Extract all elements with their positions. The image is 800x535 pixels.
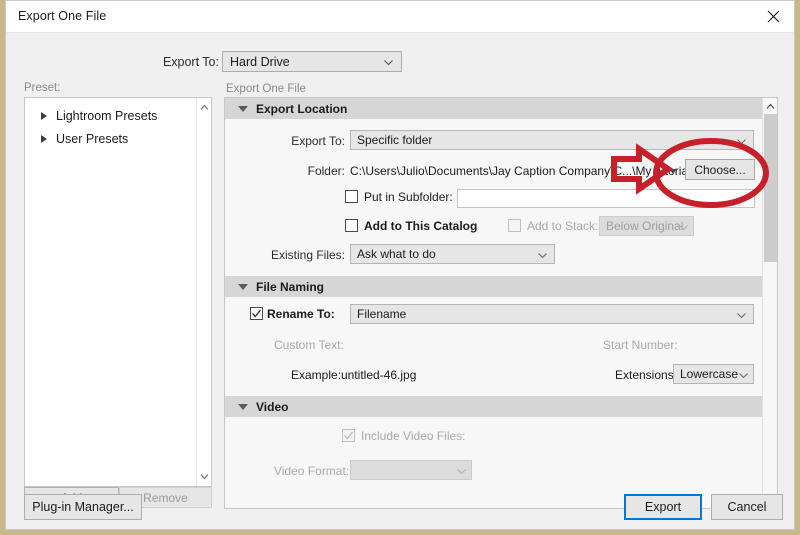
preset-item-user[interactable]: User Presets [25,129,211,149]
rename-to-checkbox[interactable] [250,307,263,320]
preset-item-lightroom[interactable]: Lightroom Presets [25,106,211,126]
dialog-body: Export To: Hard Drive Preset: Export One… [6,33,794,529]
cancel-button[interactable]: Cancel [711,494,783,520]
example-label: Example: [291,368,342,382]
section-export-location[interactable]: Export Location [225,98,763,119]
include-video-checkbox [342,429,355,442]
preset-item-label: Lightroom Presets [56,109,158,123]
existing-files-label: Existing Files: [270,248,345,262]
extensions-dropdown[interactable]: Lowercase [673,364,754,384]
folder-label: Folder: [307,164,345,178]
section-title: File Naming [256,279,325,294]
preset-scrollbar[interactable] [196,98,211,486]
chevron-down-icon [736,136,746,146]
add-to-stack-checkbox [508,219,521,232]
export-button[interactable]: Export [624,494,702,520]
existing-files-dropdown[interactable]: Ask what to do [350,244,555,264]
preset-item-label: User Presets [56,132,129,146]
export-settings-panel: Export Location Export To: Specific fold… [224,97,778,509]
chevron-down-icon [383,57,393,67]
chevron-down-icon [738,370,748,380]
rename-to-value: Filename [357,307,407,321]
add-to-catalog-checkbox[interactable] [345,219,358,232]
scroll-up-icon[interactable] [763,99,777,114]
export-to-label: Export To: [162,55,219,69]
chevron-down-icon [736,310,746,320]
settings-scroll-content: Export Location Export To: Specific fold… [225,98,763,508]
triangle-down-icon [238,105,248,112]
window-title: Export One File [18,9,107,23]
example-value: untitled-46.jpg [341,368,417,382]
chevron-down-icon [678,222,688,232]
close-icon[interactable] [750,1,794,32]
add-to-stack-dropdown: Below Original [599,216,694,236]
export-to-value: Hard Drive [230,55,290,69]
chevron-down-icon [456,466,466,476]
extensions-value: Lowercase [680,367,739,381]
triangle-down-icon [238,403,248,410]
title-bar: Export One File [6,1,794,33]
loc-export-to-dropdown[interactable]: Specific folder [350,130,754,150]
triangle-right-icon [41,135,47,143]
custom-text-label: Custom Text: [274,338,344,352]
choose-folder-button[interactable]: Choose... [685,159,755,180]
section-title: Video [256,399,289,414]
add-to-stack-label: Add to Stack: [527,219,599,233]
put-in-subfolder-input[interactable] [457,189,755,208]
triangle-down-icon [238,283,248,290]
start-number-label: Start Number: [603,338,678,352]
loc-export-to-label: Export To: [291,134,345,148]
add-to-stack-value: Below Original [606,219,684,233]
triangle-right-icon [41,112,47,120]
video-format-label: Video Format: [274,464,350,478]
export-dialog-window: Export One File Export To: Hard Drive Pr… [5,0,795,530]
put-in-subfolder-label: Put in Subfolder: [364,190,453,204]
preset-label: Preset: [24,82,61,94]
existing-files-value: Ask what to do [357,247,436,261]
scroll-up-icon[interactable] [197,100,212,115]
video-format-dropdown [350,460,472,480]
scroll-down-icon[interactable] [197,469,212,484]
preset-list-panel: Lightroom Presets User Presets [24,97,212,487]
settings-scrollbar[interactable] [762,98,777,508]
extensions-label: Extensions: [615,368,678,382]
rename-to-dropdown[interactable]: Filename [350,304,754,324]
panel-caption: Export One File [226,83,306,95]
chevron-down-icon [537,250,547,260]
section-title: Export Location [256,101,348,116]
section-file-naming[interactable]: File Naming [225,276,763,297]
include-video-label: Include Video Files: [361,429,466,443]
plugin-manager-button[interactable]: Plug-in Manager... [24,494,142,520]
loc-export-to-value: Specific folder [357,133,433,147]
rename-to-label: Rename To: [267,307,335,321]
section-video[interactable]: Video [225,396,763,417]
put-in-subfolder-checkbox[interactable] [345,190,358,203]
scrollbar-thumb[interactable] [764,114,777,262]
folder-history-caret-icon[interactable] [669,169,677,174]
export-to-dropdown[interactable]: Hard Drive [222,51,402,72]
add-to-catalog-label: Add to This Catalog [364,219,478,233]
